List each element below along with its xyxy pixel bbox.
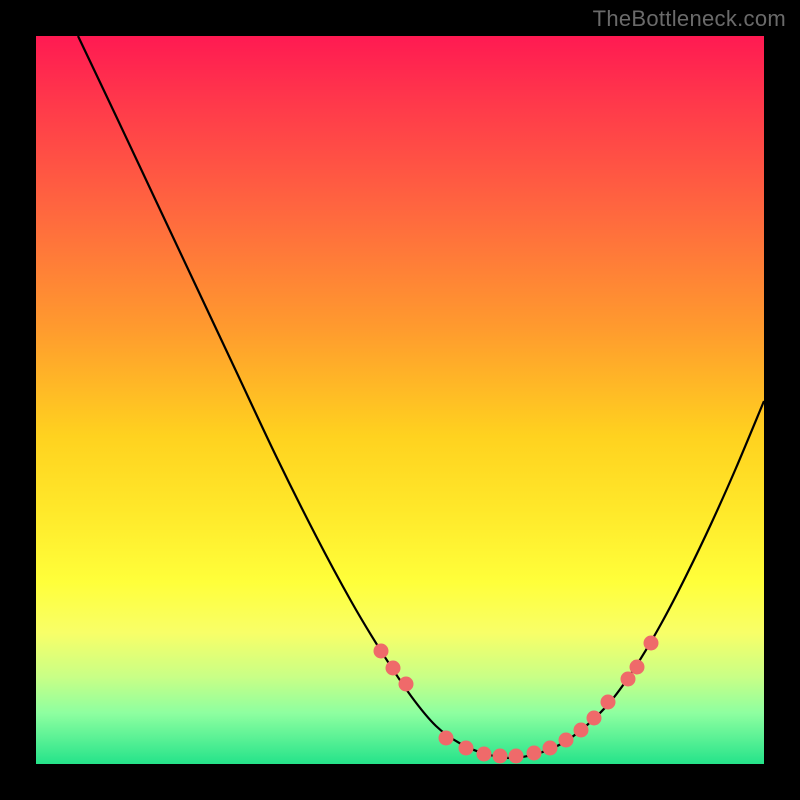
curve-marker: [386, 661, 401, 676]
curve-marker: [509, 749, 524, 764]
curve-marker: [477, 747, 492, 762]
curve-marker: [543, 741, 558, 756]
curve-marker: [587, 711, 602, 726]
plot-area: [36, 36, 764, 764]
curve-marker: [439, 731, 454, 746]
bottleneck-curve: [78, 36, 764, 758]
curve-marker: [601, 695, 616, 710]
curve-marker: [527, 746, 542, 761]
curve-marker: [493, 749, 508, 764]
curve-markers: [374, 636, 659, 764]
chart-svg: [36, 36, 764, 764]
chart-frame: TheBottleneck.com: [0, 0, 800, 800]
curve-marker: [630, 660, 645, 675]
curve-marker: [559, 733, 574, 748]
curve-marker: [459, 741, 474, 756]
curve-marker: [399, 677, 414, 692]
curve-marker: [574, 723, 589, 738]
watermark-text: TheBottleneck.com: [593, 6, 786, 32]
curve-marker: [374, 644, 389, 659]
curve-marker: [644, 636, 659, 651]
curve-marker: [621, 672, 636, 687]
